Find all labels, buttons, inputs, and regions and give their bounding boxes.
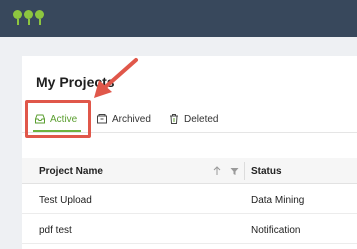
tab-deleted-label: Deleted bbox=[184, 113, 219, 125]
tab-archived[interactable]: Archived bbox=[96, 110, 151, 128]
status-cell: Notification bbox=[251, 225, 301, 236]
project-name-cell[interactable]: pdf test bbox=[39, 225, 72, 236]
highlight-box bbox=[25, 100, 91, 138]
top-navigation-bar bbox=[0, 0, 357, 37]
tab-archived-label: Archived bbox=[112, 113, 151, 125]
column-divider bbox=[244, 162, 245, 180]
sort-arrow-icon[interactable] bbox=[212, 166, 222, 176]
annotation-arrow-icon bbox=[94, 58, 138, 98]
table-row[interactable] bbox=[22, 215, 357, 244]
project-name-cell[interactable]: Test Upload bbox=[39, 195, 92, 206]
trash-icon bbox=[170, 114, 178, 124]
column-header-project-name[interactable]: Project Name bbox=[39, 166, 103, 177]
archive-icon bbox=[97, 114, 107, 124]
app-logo-icon[interactable] bbox=[13, 10, 45, 28]
tab-deleted[interactable]: Deleted bbox=[168, 110, 218, 128]
filter-icon[interactable] bbox=[230, 167, 239, 176]
status-cell: Data Mining bbox=[251, 195, 305, 206]
column-header-status[interactable]: Status bbox=[251, 166, 282, 177]
